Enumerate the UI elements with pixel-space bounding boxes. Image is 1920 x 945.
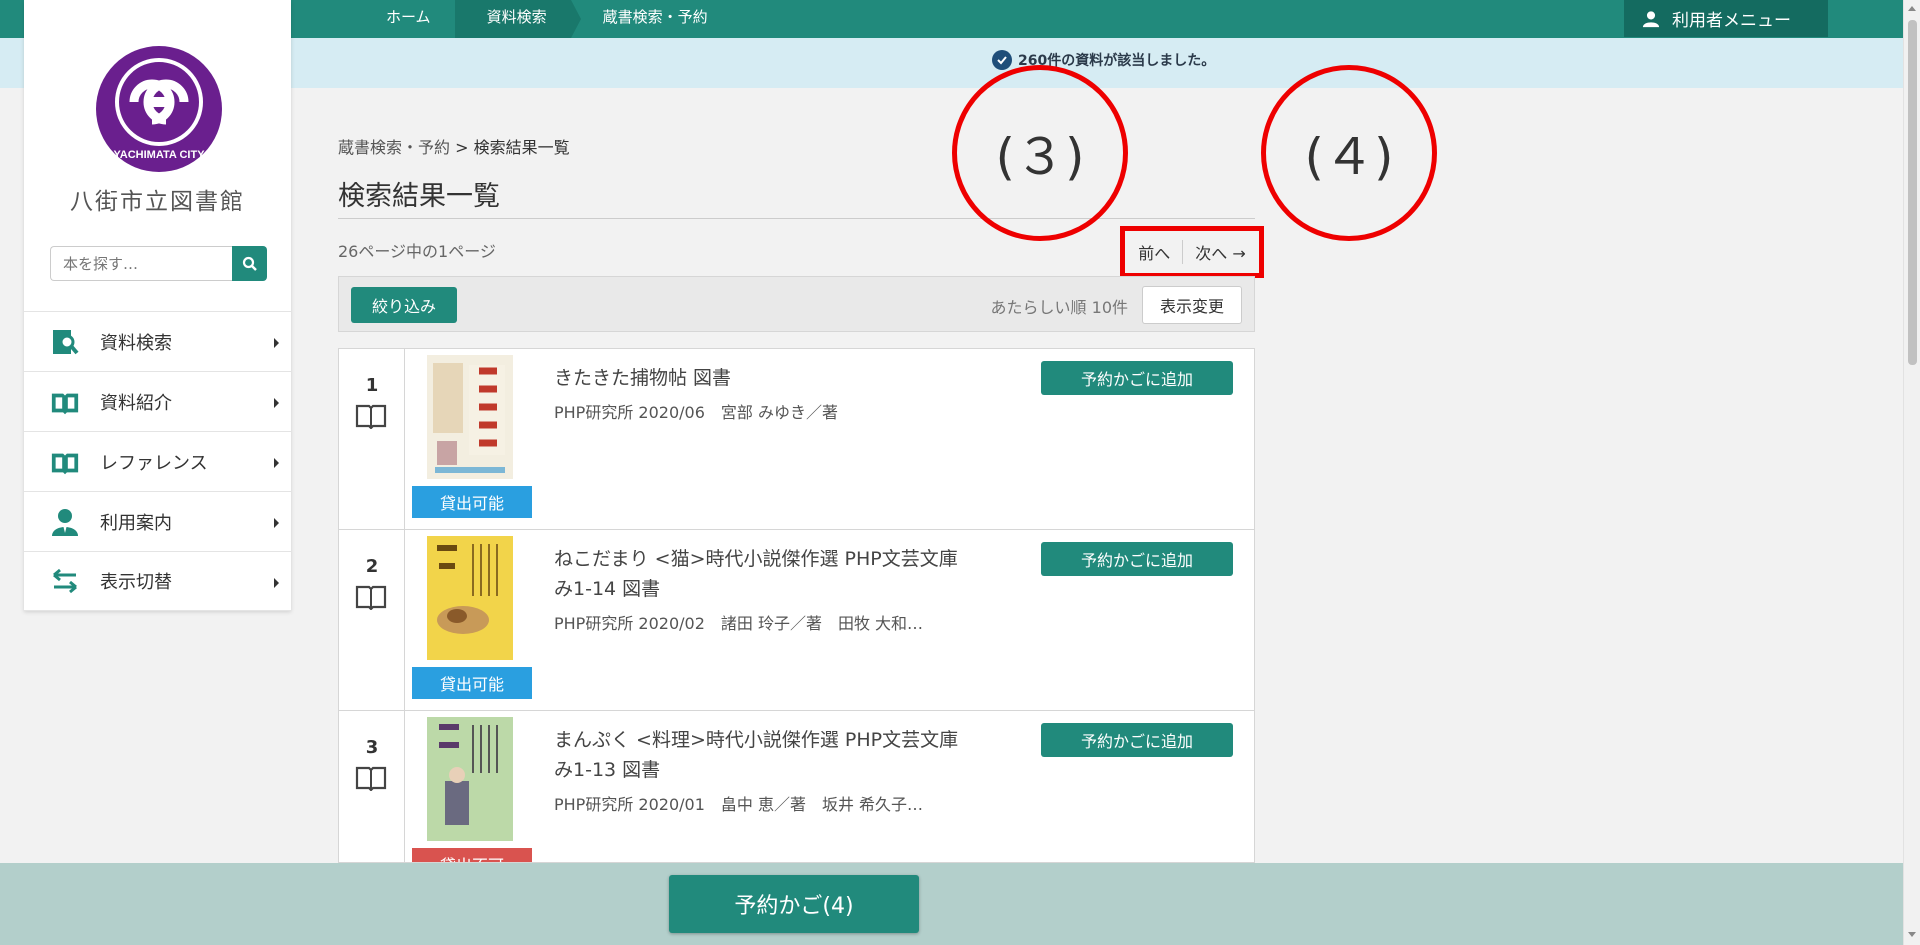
user-icon xyxy=(1642,10,1660,27)
page-title: 検索結果一覧 xyxy=(338,181,500,212)
result-row: 2 貸出可能 ねこだまり <猫>時代小説傑作選 PHP文芸文庫 み1-14 図書… xyxy=(339,530,1254,711)
book-cover-image[interactable] xyxy=(427,355,513,479)
book-icon xyxy=(355,766,387,791)
sidebar-item-label: 資料紹介 xyxy=(100,392,172,414)
breadcrumb-separator: > xyxy=(455,138,469,157)
result-row: 1 貸出可能 きたきた捕物帖 図書 PHP研究所 2020/06 宮部 みゆき／… xyxy=(339,349,1254,530)
crumb-home-label: ホーム xyxy=(386,8,431,26)
results-list: 1 貸出可能 きたきた捕物帖 図書 PHP研究所 2020/06 宮部 みゆき／… xyxy=(338,348,1255,863)
user-menu-button[interactable]: 利用者メニュー xyxy=(1624,0,1828,37)
result-meta: PHP研究所 2020/01 畠中 恵／著 坂井 希久子… xyxy=(554,795,924,814)
result-meta: PHP研究所 2020/02 諸田 玲子／著 田牧 大和… xyxy=(554,614,924,633)
result-number: 2 xyxy=(365,556,379,577)
sidebar: YACHIMATA CITY 八街市立図書館 資料検索 資料紹介 レファレン xyxy=(24,0,291,611)
caret-right-icon xyxy=(274,398,279,408)
sidebar-item-guide[interactable]: 利用案内 xyxy=(24,491,291,551)
next-page-link[interactable]: 次へ → xyxy=(1183,240,1246,264)
crumb-home[interactable]: ホーム xyxy=(354,0,455,38)
crumb-separator xyxy=(570,0,581,38)
breadcrumb-current: 検索結果一覧 xyxy=(473,138,570,157)
crumb-material-search-label: 資料検索 xyxy=(486,8,547,26)
book-icon xyxy=(355,585,387,610)
person-icon xyxy=(50,507,80,537)
pager-highlight: 前へ 次へ → xyxy=(1120,226,1264,278)
reservation-cart-button[interactable]: 予約かご(4) xyxy=(669,875,919,933)
top-breadcrumb: ホーム 資料検索 蔵書検索・予約 xyxy=(354,0,732,38)
check-circle-icon xyxy=(992,50,1012,70)
result-row: 3 貸出不可 まんぷく <料理>時代小説傑作選 PHP文芸文庫 み1-13 図書… xyxy=(339,711,1254,862)
user-menu-label: 利用者メニュー xyxy=(1672,11,1791,31)
sort-info: あたらしい順 10件 xyxy=(990,298,1128,317)
search-button[interactable] xyxy=(232,246,267,281)
caret-right-icon xyxy=(274,458,279,468)
page-breadcrumb: 蔵書検索・予約 > 検索結果一覧 xyxy=(338,134,570,158)
sidebar-item-label: 資料検索 xyxy=(100,332,172,354)
swap-arrows-icon xyxy=(50,566,80,596)
scroll-up-icon[interactable] xyxy=(1908,6,1916,11)
annotation-circle-3: (３) xyxy=(952,65,1128,241)
library-name: 八街市立図書館 xyxy=(70,189,245,215)
search-icon xyxy=(242,256,257,271)
page-info: 26ページ中の1ページ xyxy=(338,242,496,261)
book-search-form xyxy=(50,246,267,281)
scroll-down-icon[interactable] xyxy=(1908,932,1916,937)
status-badge: 貸出不可 xyxy=(412,848,532,862)
caret-right-icon xyxy=(274,518,279,528)
open-book-icon xyxy=(50,387,80,417)
status-badge: 貸出可能 xyxy=(412,667,532,699)
add-to-cart-button[interactable]: 予約かごに追加 xyxy=(1041,361,1233,395)
crumb-material-search[interactable]: 資料検索 xyxy=(454,0,581,38)
crumb-catalog-search[interactable]: 蔵書検索・予約 xyxy=(571,0,732,38)
scrollbar-thumb[interactable] xyxy=(1908,20,1917,365)
add-to-cart-button[interactable]: 予約かごに追加 xyxy=(1041,723,1233,757)
caret-right-icon xyxy=(274,578,279,588)
add-to-cart-button[interactable]: 予約かごに追加 xyxy=(1041,542,1233,576)
result-number: 3 xyxy=(365,737,379,758)
sidebar-item-reference[interactable]: レファレンス xyxy=(24,431,291,491)
sidebar-item-label: 利用案内 xyxy=(100,512,172,534)
sidebar-nav: 資料検索 資料紹介 レファレンス 利用案内 表示切替 xyxy=(24,311,291,611)
annotation-circle-4: (４) xyxy=(1261,65,1437,241)
prev-page-link[interactable]: 前へ xyxy=(1138,240,1184,264)
sidebar-item-label: 表示切替 xyxy=(100,572,172,593)
caret-right-icon xyxy=(274,338,279,348)
result-title[interactable]: きたきた捕物帖 図書 xyxy=(554,363,974,393)
cart-bar: 予約かご(4) xyxy=(0,863,1903,945)
page-scrollbar[interactable] xyxy=(1903,0,1920,945)
book-search-input[interactable] xyxy=(50,246,232,281)
book-cover-image[interactable] xyxy=(427,717,513,841)
open-book-icon xyxy=(50,447,80,477)
result-title[interactable]: ねこだまり <猫>時代小説傑作選 PHP文芸文庫 み1-14 図書 xyxy=(554,544,974,604)
sidebar-item-material-search[interactable]: 資料検索 xyxy=(24,311,291,371)
result-title[interactable]: まんぷく <料理>時代小説傑作選 PHP文芸文庫 み1-13 図書 xyxy=(554,725,974,785)
result-number: 1 xyxy=(365,375,379,396)
city-logo[interactable]: YACHIMATA CITY xyxy=(96,46,222,172)
sidebar-item-label: レファレンス xyxy=(100,452,208,474)
sidebar-item-display-switch[interactable]: 表示切替 xyxy=(24,551,291,611)
crumb-catalog-search-label: 蔵書検索・予約 xyxy=(602,8,708,26)
sidebar-item-material-intro[interactable]: 資料紹介 xyxy=(24,371,291,431)
book-icon xyxy=(355,404,387,429)
breadcrumb-link-catalog[interactable]: 蔵書検索・予約 xyxy=(338,138,450,157)
filter-bar: 絞り込み あたらしい順 10件 表示変更 xyxy=(338,276,1255,332)
change-view-button[interactable]: 表示変更 xyxy=(1142,286,1242,324)
result-meta: PHP研究所 2020/06 宮部 みゆき／著 xyxy=(554,403,838,422)
filter-button[interactable]: 絞り込み xyxy=(351,287,457,323)
logo-text: YACHIMATA CITY xyxy=(113,149,205,161)
book-cover-image[interactable] xyxy=(427,536,513,660)
book-search-icon xyxy=(50,327,80,357)
title-divider xyxy=(338,218,1255,219)
status-badge: 貸出可能 xyxy=(412,486,532,518)
